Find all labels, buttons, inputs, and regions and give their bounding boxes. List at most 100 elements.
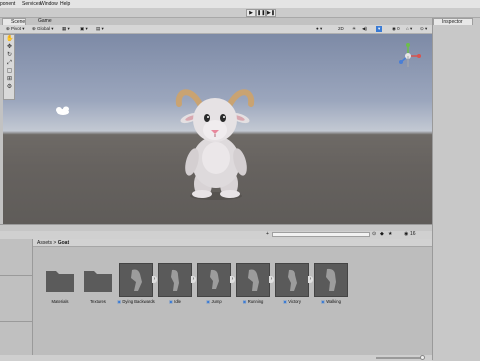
step-button[interactable]: ▶❚ (266, 9, 276, 17)
asset-label: Materials (51, 299, 69, 304)
menu-item-services[interactable]: Services (22, 1, 41, 7)
asset-label-text: Walking (326, 299, 341, 304)
asset-label: ▣ Idle (169, 299, 181, 304)
slider-handle[interactable] (420, 355, 425, 360)
tab-game-label: Game (38, 18, 52, 24)
main-toolbar: ▶ ❚❚ ▶❚ (0, 8, 480, 18)
scene-viewport[interactable] (3, 34, 432, 224)
asset-label-text: Idle (174, 299, 181, 304)
asset-label: ▣ Running (242, 299, 264, 304)
scene-tools-overlay: ✋ ✥ ↻ ⤢ ▢ ⊞ ⚙ (3, 34, 15, 100)
pivot-toggle[interactable]: ⊕ Pivot ▾ (6, 26, 25, 32)
folder-icon (46, 271, 74, 292)
hand-tool-icon[interactable]: ✋ (6, 36, 13, 43)
breadcrumb: Assets > Goat (33, 239, 432, 247)
asset-label-text: Jump (211, 299, 222, 304)
asset-label: ▣ Dying Backwards (117, 299, 155, 304)
hidden-objects-icon[interactable]: ◉ 0 (392, 26, 400, 32)
goat-pose-icon (288, 269, 297, 291)
tab-game[interactable]: Game (30, 18, 54, 25)
goat-pose-icon (326, 268, 336, 291)
asset-label-text: Victory (288, 299, 301, 304)
breadcrumb-goat[interactable]: Goat (58, 240, 69, 246)
asset-anim-walking[interactable]: ▣ Walking (314, 263, 348, 313)
favorite-icon[interactable]: ★ (388, 231, 392, 237)
scale-tool-icon[interactable]: ⤢ (6, 60, 13, 67)
menu-bar: ponent Services Window Help (0, 0, 480, 8)
menu-item-help[interactable]: Help (60, 1, 70, 7)
rotate-tool-icon[interactable]: ↻ (6, 52, 13, 59)
shading-mode-icon[interactable]: ● ▾ (316, 26, 322, 32)
expand-arrow-icon[interactable]: › (191, 276, 196, 283)
goat-pose-icon (248, 269, 259, 291)
orientation-gizmo[interactable] (394, 42, 422, 70)
animation-thumbnail (236, 263, 270, 297)
asset-count: 16 (410, 231, 416, 237)
project-panel: + ⊙ ◆ ★ ◉ 16 Assets > Goat Materials Tex… (0, 224, 432, 361)
goat-character (175, 89, 255, 200)
scene-panel: Scene Game ⊕ Pivot ▾ ⊕ Global ▾ ▦ ▾ ▣ ▾ … (0, 18, 432, 224)
folder-icon (84, 271, 112, 292)
audio-icon[interactable]: ◀) (362, 26, 367, 32)
tab-scene[interactable]: Scene (2, 18, 26, 25)
asset-label: ▣ Walking (321, 299, 341, 304)
filter-label-icon[interactable]: ◆ (380, 231, 384, 237)
expand-arrow-icon[interactable]: › (308, 276, 313, 283)
asset-anim-jump[interactable]: › ▣ Jump (197, 263, 235, 313)
tab-inspector[interactable]: Inspector (433, 18, 473, 25)
pause-button[interactable]: ❚❚ (256, 9, 266, 17)
2d-toggle[interactable]: 2D (338, 26, 344, 32)
goat-pose-icon (210, 269, 219, 289)
breadcrumb-assets[interactable]: Assets (37, 240, 52, 246)
asset-folder-materials[interactable]: Materials (43, 263, 77, 313)
tab-inspector-label: Inspector (442, 19, 463, 25)
asset-browser: Assets > Goat Materials Textures › ▣ Dyi… (33, 239, 432, 361)
asset-anim-dying-backwards[interactable]: › ▣ Dying Backwards (117, 263, 157, 313)
thumbnail-size-slider[interactable] (376, 357, 424, 359)
goat-pose-icon (171, 269, 179, 291)
project-toolbar: + ⊙ ◆ ★ ◉ 16 (0, 231, 432, 239)
effects-toggle[interactable]: ▾ (376, 26, 383, 32)
search-input[interactable] (272, 232, 370, 237)
animation-thumbnail (158, 263, 192, 297)
project-status-bar (0, 355, 432, 361)
global-toggle[interactable]: ⊕ Global ▾ (32, 26, 54, 32)
project-tree[interactable] (0, 239, 33, 361)
asset-anim-victory[interactable]: › ▣ Victory (275, 263, 313, 313)
menu-item-window[interactable]: Window (40, 1, 58, 7)
move-tool-icon[interactable]: ✥ (6, 44, 13, 51)
snap-increment-icon[interactable]: ▣ ▾ (80, 26, 88, 32)
goat-pose-icon (131, 269, 142, 291)
expand-arrow-icon[interactable]: › (152, 276, 157, 283)
gizmos-icon[interactable]: ⊙ ▾ (420, 26, 427, 32)
inspector-panel: Inspector (432, 18, 480, 360)
animation-thumbnail (197, 263, 231, 297)
menu-item-component[interactable]: ponent (0, 1, 15, 7)
lighting-icon[interactable]: ☀ (352, 26, 356, 32)
animation-thumbnail (275, 263, 309, 297)
scene-toolbar: ⊕ Pivot ▾ ⊕ Global ▾ ▦ ▾ ▣ ▾ ▤ ▾ ● ▾ 2D … (0, 25, 432, 34)
filter-type-icon[interactable]: ⊙ (372, 231, 376, 237)
asset-label: ▣ Victory (283, 299, 301, 304)
create-plus-icon[interactable]: + (266, 232, 270, 237)
expand-arrow-icon[interactable]: › (269, 276, 274, 283)
asset-label: ▣ Jump (206, 299, 222, 304)
asset-folder-textures[interactable]: Textures (81, 263, 115, 313)
asset-anim-running[interactable]: › ▣ Running (236, 263, 274, 313)
animation-thumbnail (119, 263, 153, 297)
rect-tool-icon[interactable]: ▢ (6, 68, 13, 75)
cloud-icon (56, 106, 69, 115)
asset-label: Textures (90, 299, 106, 304)
transform-tool-icon[interactable]: ⊞ (6, 76, 13, 83)
camera-icon[interactable]: ⌂ ▾ (406, 26, 412, 32)
custom-tool-icon[interactable]: ⚙ (6, 84, 13, 91)
snap-value-icon[interactable]: ▤ ▾ (96, 26, 104, 32)
axis-gizmo-icon (399, 43, 421, 67)
hidden-count-icon: ◉ (404, 231, 409, 237)
play-button[interactable]: ▶ (246, 9, 256, 17)
grid-snap-icon[interactable]: ▦ ▾ (62, 26, 70, 32)
asset-anim-idle[interactable]: › ▣ Idle (158, 263, 196, 313)
scene-render (56, 89, 255, 200)
global-label: Global (37, 26, 51, 31)
expand-arrow-icon[interactable]: › (230, 276, 235, 283)
